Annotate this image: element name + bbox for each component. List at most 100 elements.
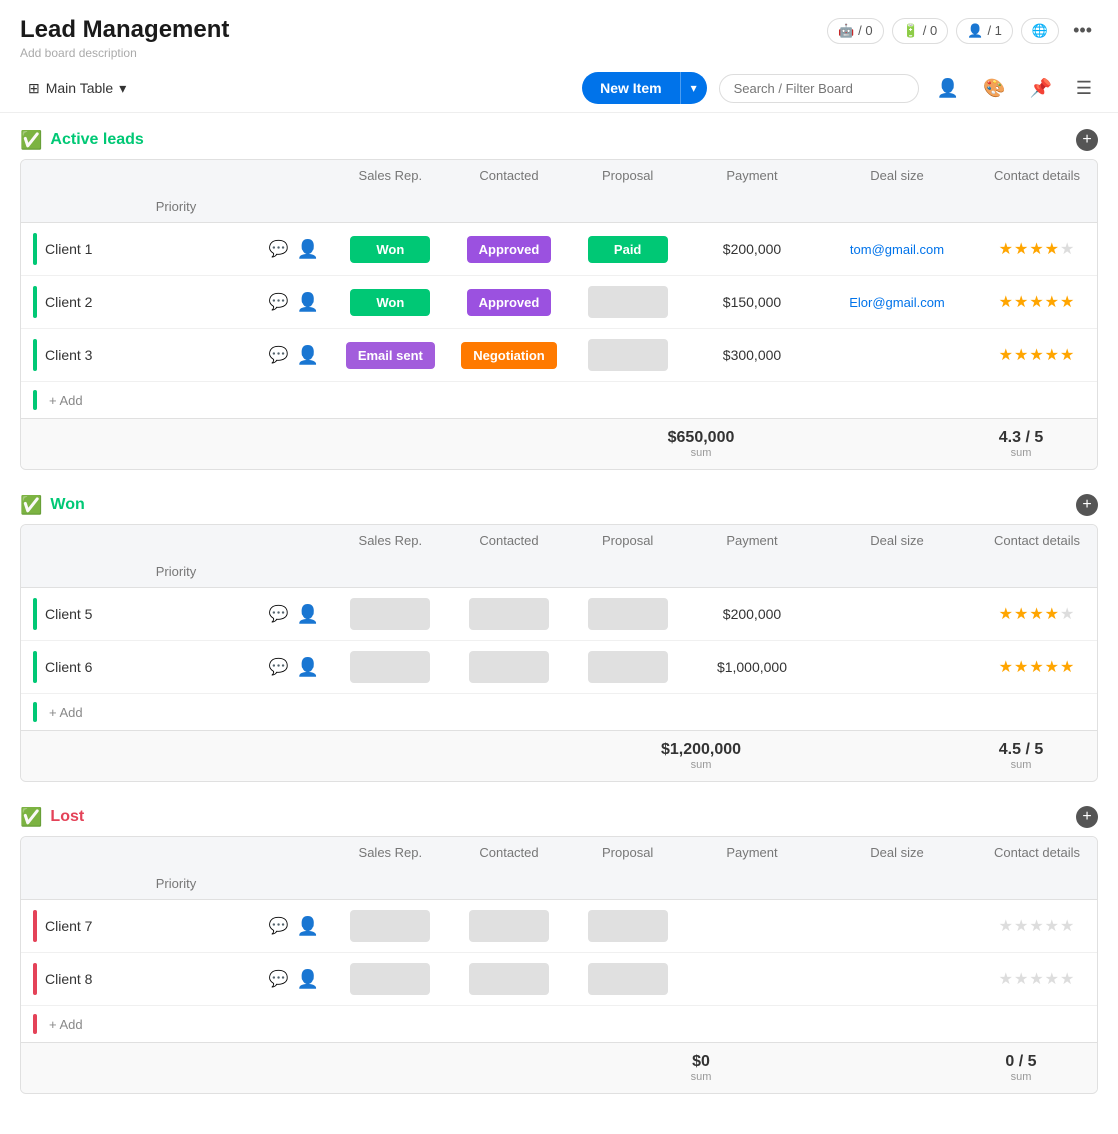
table-row: Client 6 💬 👤 $1,000,000 ★★★★★: [21, 641, 1097, 694]
avatar-icon[interactable]: 👤: [297, 604, 319, 625]
content: ✅ Active leads + Sales Rep.ContactedProp…: [0, 113, 1118, 1134]
summary-deal-label: sum: [641, 1071, 761, 1083]
group-title-active_leads[interactable]: Active leads: [50, 131, 143, 149]
cell-payment[interactable]: [568, 904, 687, 948]
people-btn[interactable]: 👤 / 1: [956, 18, 1013, 44]
paint-icon-btn[interactable]: 🎨: [977, 74, 1011, 103]
group-add-btn-active_leads[interactable]: +: [1076, 129, 1098, 151]
more-btn[interactable]: •••: [1067, 16, 1098, 45]
contact-email[interactable]: tom@gmail.com: [850, 242, 944, 257]
cell-priority: ★★★★★: [977, 651, 1097, 683]
cell-proposal[interactable]: [450, 592, 569, 636]
group-add-btn-won[interactable]: +: [1076, 494, 1098, 516]
avatar-icon[interactable]: 👤: [297, 345, 319, 366]
globe-btn[interactable]: 🌐: [1021, 18, 1059, 44]
comment-icon[interactable]: 💬: [269, 292, 289, 312]
group-add-btn-lost[interactable]: +: [1076, 806, 1098, 828]
group-collapse-icon[interactable]: ✅: [20, 807, 42, 828]
status-empty-proposal: [469, 651, 549, 683]
cell-proposal[interactable]: Approved: [450, 283, 569, 322]
cell-payment[interactable]: [568, 645, 687, 689]
status-badge-contacted[interactable]: Won: [350, 289, 430, 316]
th-name: [21, 533, 331, 549]
comment-icon[interactable]: 💬: [269, 345, 289, 365]
cell-contacted[interactable]: Won: [331, 283, 450, 322]
cell-deal-size: $200,000: [687, 235, 817, 263]
add-item-btn[interactable]: + Add: [45, 703, 87, 722]
cell-contacted[interactable]: [331, 592, 450, 636]
avatar-icon[interactable]: 👤: [297, 969, 319, 990]
cell-contacted[interactable]: Won: [331, 230, 450, 269]
user-icon-btn[interactable]: 👤: [931, 74, 965, 103]
status-badge-payment[interactable]: Paid: [588, 236, 668, 263]
summary-priority: 4.3 / 5 sum: [961, 429, 1081, 459]
cell-proposal[interactable]: Approved: [450, 230, 569, 269]
contact-email[interactable]: Elor@gmail.com: [849, 295, 945, 310]
avatar-icon[interactable]: 👤: [297, 239, 319, 260]
cell-proposal[interactable]: [450, 904, 569, 948]
cell-proposal[interactable]: Negotiation: [450, 336, 569, 375]
new-item-btn[interactable]: New Item: [582, 72, 679, 104]
avatar-icon[interactable]: 👤: [297, 292, 319, 313]
summary-row: $650,000 sum 4.3 / 5 sum: [21, 418, 1097, 469]
cell-contacted[interactable]: [331, 904, 450, 948]
add-row: + Add: [21, 382, 1097, 418]
search-input[interactable]: [719, 74, 919, 103]
add-color-bar: [33, 390, 37, 410]
summary-deal-label: sum: [641, 759, 761, 771]
cell-payment[interactable]: Paid: [568, 230, 687, 269]
add-item-btn[interactable]: + Add: [45, 391, 87, 410]
robot-btn[interactable]: 🤖 / 0: [827, 18, 884, 44]
people-icon: 👤: [967, 23, 983, 39]
status-badge-proposal[interactable]: Approved: [467, 289, 552, 316]
avatar-icon[interactable]: 👤: [297, 916, 319, 937]
summary-row: $1,200,000 sum 4.5 / 5 sum: [21, 730, 1097, 781]
filter-icon-btn[interactable]: ☰: [1070, 74, 1098, 103]
cell-payment[interactable]: [568, 592, 687, 636]
cell-contacted[interactable]: [331, 957, 450, 1001]
cell-payment[interactable]: [568, 333, 687, 377]
th-payment: Payment: [687, 525, 817, 556]
status-badge-proposal[interactable]: Negotiation: [461, 342, 557, 369]
cell-payment[interactable]: [568, 280, 687, 324]
avatar-icon[interactable]: 👤: [297, 657, 319, 678]
app-subtitle[interactable]: Add board description: [20, 46, 229, 60]
cell-proposal[interactable]: [450, 957, 569, 1001]
cell-priority: ★★★★★: [977, 598, 1097, 630]
cell-deal-size: [687, 973, 817, 985]
cell-contacted[interactable]: Email sent: [331, 336, 450, 375]
cell-priority: ★★★★★: [977, 286, 1097, 318]
comment-icon[interactable]: 💬: [269, 657, 289, 677]
status-empty-payment: [588, 598, 668, 630]
new-item-dropdown-btn[interactable]: ▾: [680, 72, 707, 104]
row-color-bar: [33, 910, 37, 942]
group-title-won[interactable]: Won: [50, 496, 84, 514]
comment-icon[interactable]: 💬: [269, 239, 289, 259]
group-title-lost[interactable]: Lost: [50, 808, 84, 826]
group-won: ✅ Won + Sales Rep.ContactedProposalPayme…: [20, 494, 1098, 782]
battery-btn[interactable]: 🔋 / 0: [892, 18, 949, 44]
comment-icon[interactable]: 💬: [269, 916, 289, 936]
toolbar: ⊞ Main Table ▾ New Item ▾ 👤 🎨 📌 ☰: [0, 64, 1118, 113]
cell-contacted[interactable]: [331, 645, 450, 689]
status-badge-contacted[interactable]: Won: [350, 236, 430, 263]
battery-icon: 🔋: [903, 23, 919, 39]
cell-proposal[interactable]: [450, 645, 569, 689]
pin-icon-btn[interactable]: 📌: [1023, 74, 1057, 103]
group-collapse-icon[interactable]: ✅: [20, 130, 42, 151]
cell-payment[interactable]: [568, 957, 687, 1001]
main-table-btn[interactable]: ⊞ Main Table ▾: [20, 76, 134, 101]
cell-contact-details: tom@gmail.com: [817, 236, 977, 263]
status-badge-contacted[interactable]: Email sent: [346, 342, 435, 369]
table-row: Client 2 💬 👤 Won Approved $150,000 Elor@…: [21, 276, 1097, 329]
th-contact-details: Contact details: [977, 160, 1097, 191]
status-badge-proposal[interactable]: Approved: [467, 236, 552, 263]
summary-priority-label: sum: [961, 759, 1081, 771]
comment-icon[interactable]: 💬: [269, 604, 289, 624]
comment-icon[interactable]: 💬: [269, 969, 289, 989]
row-color-bar: [33, 598, 37, 630]
group-collapse-icon[interactable]: ✅: [20, 495, 42, 516]
add-color-bar: [33, 702, 37, 722]
add-item-btn[interactable]: + Add: [45, 1015, 87, 1034]
row-name-cell: Client 5 💬 👤: [21, 588, 331, 640]
